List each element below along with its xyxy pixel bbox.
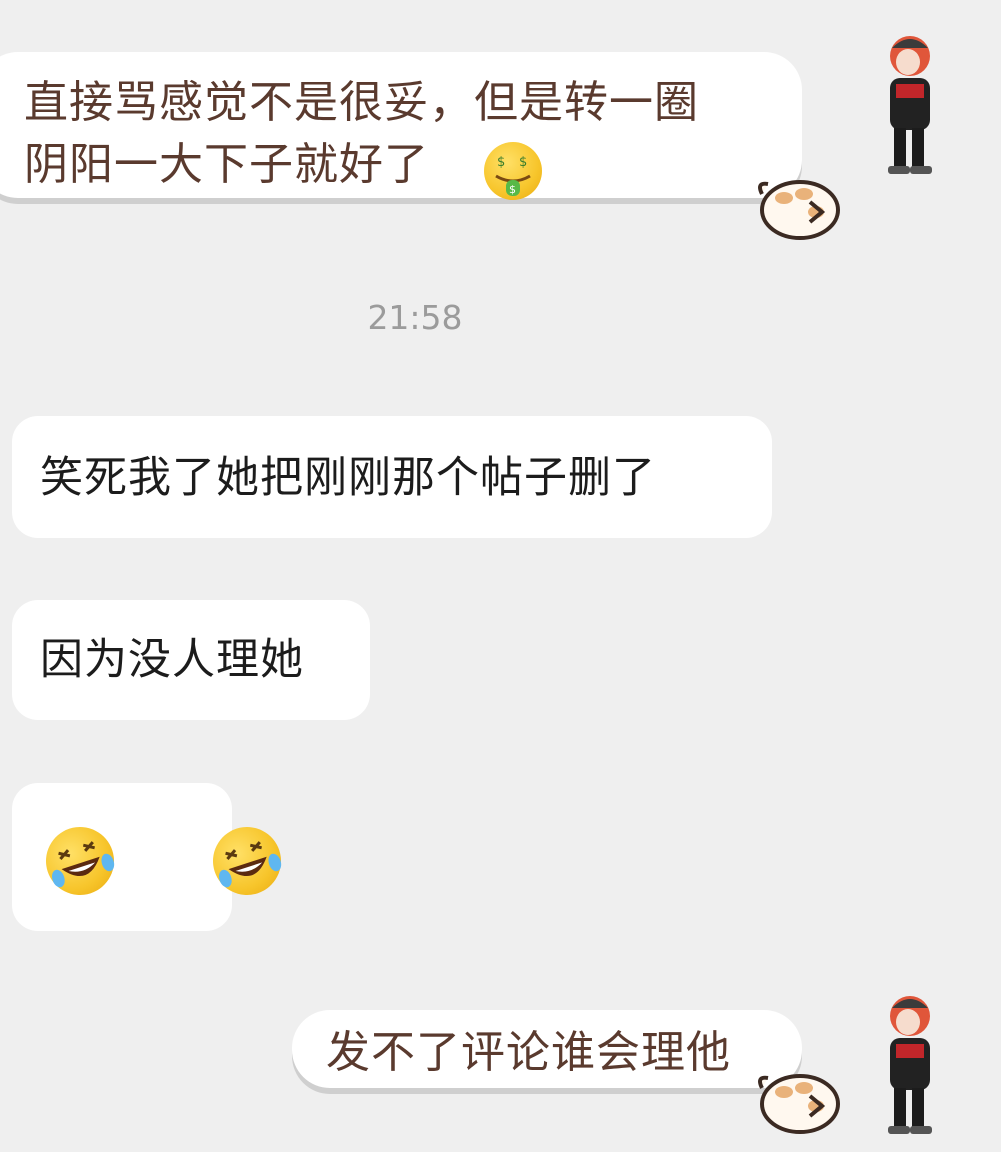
user-avatar[interactable] <box>872 988 942 1138</box>
message-text: 笑死我了她把刚刚那个帖子删了 <box>40 453 656 503</box>
rolling-on-floor-laughing-icon <box>37 818 123 904</box>
received-bubble[interactable]: 因为没人理她 <box>12 600 370 720</box>
message-text: 阴阳一大下子就好了 <box>24 139 429 190</box>
message-text: 直接骂感觉不是很妥，但是转一圈 <box>24 77 699 128</box>
message-timestamp: 21:58 <box>367 298 463 337</box>
svg-text:$: $ <box>519 155 528 170</box>
sent-bubble[interactable]: 直接骂感觉不是很妥，但是转一圈 阴阳一大下子就好了 $ $ $ <box>0 52 802 200</box>
received-bubble[interactable] <box>12 783 290 931</box>
received-bubble[interactable]: 笑死我了她把刚刚那个帖子删了 <box>12 416 772 538</box>
money-mouth-face-icon: $ $ $ <box>484 142 542 200</box>
rolling-on-floor-laughing-icon <box>203 818 290 904</box>
svg-text:$: $ <box>497 155 506 170</box>
sent-bubble[interactable]: 发不了评论谁会理他 <box>292 1010 802 1088</box>
user-avatar[interactable] <box>872 28 942 178</box>
cat-paw-icon <box>758 180 840 240</box>
svg-text:$: $ <box>509 183 517 196</box>
message-text: 因为没人理她 <box>40 635 304 685</box>
cat-paw-icon <box>758 1074 840 1134</box>
message-text: 发不了评论谁会理他 <box>326 1027 731 1078</box>
